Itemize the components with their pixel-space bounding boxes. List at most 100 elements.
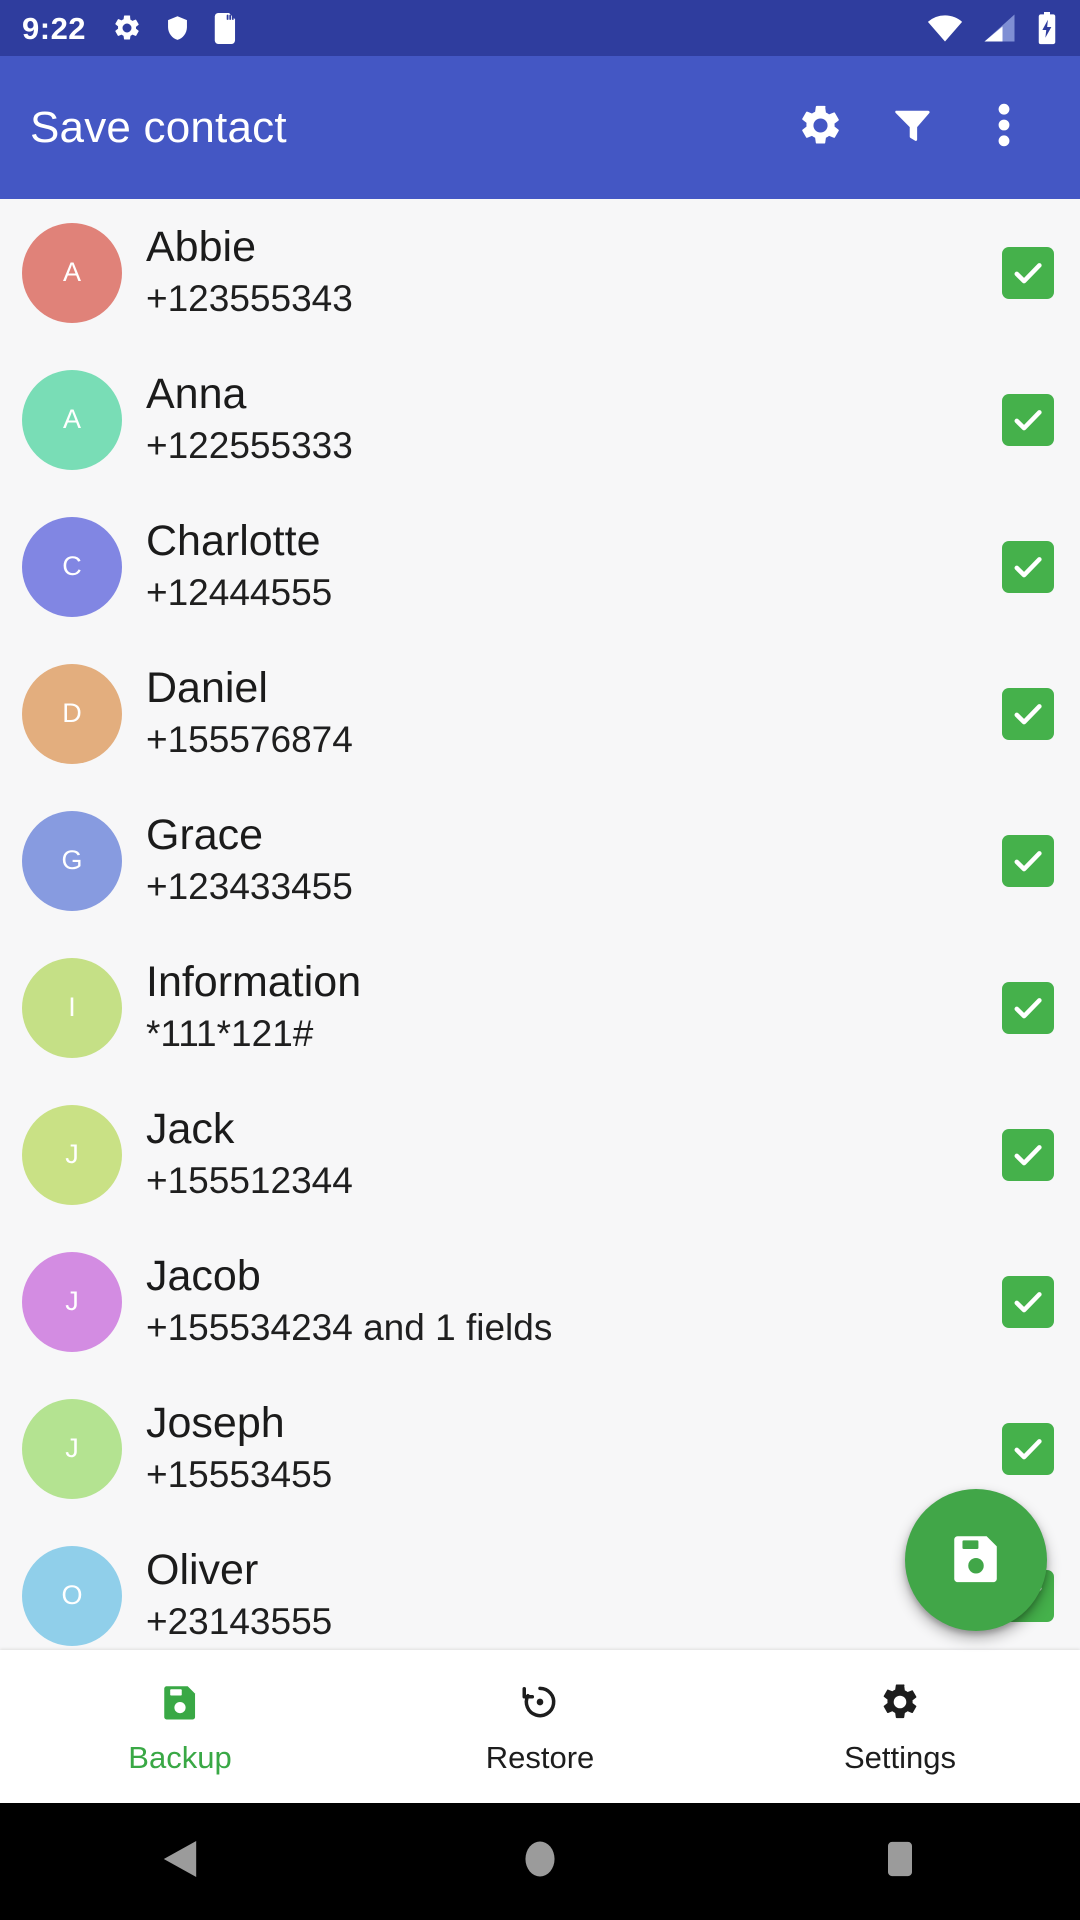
contact-phone: +23143555 [146, 1601, 333, 1643]
recents-button[interactable] [720, 1839, 1080, 1884]
contact-name: Daniel [146, 663, 268, 712]
check-icon [1014, 997, 1042, 1018]
overflow-menu-button[interactable] [958, 82, 1050, 174]
battery-charging-icon [1036, 11, 1058, 45]
contact-checkbox[interactable] [1002, 540, 1054, 593]
status-bar-system-icons [927, 11, 1058, 45]
contact-name: Information [146, 957, 362, 1006]
contact-row[interactable]: A Anna +122555333 [0, 346, 1080, 493]
gear-icon [797, 102, 844, 154]
contact-row[interactable]: J Jack +155512344 [0, 1081, 1080, 1228]
contact-name: Grace [146, 810, 264, 859]
contact-checkbox[interactable] [1002, 1275, 1054, 1328]
contact-row[interactable]: D Daniel +155576874 [0, 640, 1080, 787]
contact-name: Abbie [146, 222, 256, 271]
more-vert-icon [997, 100, 1011, 155]
contact-checkbox[interactable] [1002, 687, 1054, 740]
check-icon [1014, 1438, 1042, 1459]
contact-phone: +155534234 and 1 fields [146, 1307, 553, 1349]
home-button[interactable] [360, 1839, 720, 1884]
contact-text-block: Anna +122555333 [146, 370, 1002, 470]
contact-phone: +123433455 [146, 866, 353, 908]
avatar: J [22, 1251, 122, 1352]
sd-card-icon [213, 12, 238, 44]
check-icon [1014, 409, 1042, 430]
contact-text-block: Joseph +15553455 [146, 1399, 1002, 1499]
avatar: G [22, 810, 122, 911]
wifi-icon [927, 13, 963, 43]
contact-list[interactable]: A Abbie +123555343 A Anna +122555333 C Charlott… [0, 199, 1080, 1650]
contact-phone: *111*121# [146, 1013, 314, 1055]
shield-icon [164, 13, 191, 43]
settings-gear-button[interactable] [774, 82, 866, 174]
contact-phone: +155512344 [146, 1160, 353, 1202]
toolbar-actions [774, 82, 1050, 174]
contact-checkbox[interactable] [1002, 393, 1054, 446]
avatar: D [22, 663, 122, 764]
triangle-back-icon [162, 1839, 198, 1884]
circle-home-icon [523, 1839, 557, 1884]
contact-checkbox[interactable] [1002, 1128, 1054, 1181]
status-bar-clock: 9:22 [22, 10, 87, 46]
status-bar: 9:22 [0, 0, 1080, 56]
status-bar-notification-icons [112, 12, 238, 44]
check-icon [1014, 1144, 1042, 1165]
nav-item-settings[interactable]: Settings [720, 1650, 1080, 1803]
contact-checkbox[interactable] [1002, 246, 1054, 299]
check-icon [1014, 262, 1042, 283]
check-icon [1014, 850, 1042, 871]
avatar: J [22, 1398, 122, 1499]
contact-name: Oliver [146, 1545, 259, 1594]
back-button[interactable] [0, 1839, 360, 1884]
contact-phone: +12444555 [146, 572, 333, 614]
app-screen: 9:22 Save contact A Abbie +123555343 A A… [0, 0, 1080, 1920]
avatar: A [22, 369, 122, 470]
nav-label-settings: Settings [843, 1739, 956, 1775]
nav-label-restore: Restore [485, 1739, 595, 1775]
contact-phone: +15553455 [146, 1454, 333, 1496]
filter-button[interactable] [866, 82, 958, 174]
contact-checkbox[interactable] [1002, 834, 1054, 887]
filter-icon [890, 103, 934, 152]
nav-label-backup: Backup [128, 1739, 232, 1775]
app-toolbar: Save contact [0, 56, 1080, 199]
avatar: A [22, 222, 122, 323]
check-icon [1014, 703, 1042, 724]
contact-row[interactable]: C Charlotte +12444555 [0, 493, 1080, 640]
save-floppy-icon [159, 1681, 201, 1728]
check-icon [1014, 556, 1042, 577]
contact-text-block: Daniel +155576874 [146, 664, 1002, 764]
android-navigation-bar [0, 1803, 1080, 1920]
contact-text-block: Jacob +155534234 and 1 fields [146, 1252, 1002, 1352]
avatar: I [22, 957, 122, 1058]
contact-text-block: Charlotte +12444555 [146, 517, 1002, 617]
contact-row[interactable]: G Grace +123433455 [0, 787, 1080, 934]
contact-checkbox[interactable] [1002, 981, 1054, 1034]
contact-name: Charlotte [146, 516, 321, 565]
nav-item-restore[interactable]: Restore [360, 1650, 720, 1803]
nav-item-backup[interactable]: Backup [0, 1650, 360, 1803]
contact-name: Anna [146, 369, 247, 418]
contact-row[interactable]: A Abbie +123555343 [0, 199, 1080, 346]
bottom-navigation: Backup Restore Settings [0, 1650, 1080, 1803]
page-title: Save contact [30, 102, 287, 152]
contact-phone: +123555343 [146, 278, 353, 320]
signal-icon [983, 13, 1016, 43]
contact-text-block: Oliver +23143555 [146, 1546, 1002, 1646]
save-fab[interactable] [905, 1489, 1047, 1631]
contact-checkbox[interactable] [1002, 1422, 1054, 1475]
contact-name: Jack [146, 1104, 235, 1153]
contact-row[interactable]: J Joseph +15553455 [0, 1375, 1080, 1522]
avatar: C [22, 516, 122, 617]
contact-row[interactable]: I Information *111*121# [0, 934, 1080, 1081]
save-floppy-icon [947, 1529, 1005, 1592]
contact-text-block: Abbie +123555343 [146, 223, 1002, 323]
contact-row[interactable]: J Jacob +155534234 and 1 fields [0, 1228, 1080, 1375]
contact-text-block: Jack +155512344 [146, 1105, 1002, 1205]
contact-name: Joseph [146, 1398, 285, 1447]
avatar: O [22, 1545, 122, 1646]
contact-phone: +122555333 [146, 425, 353, 467]
avatar: J [22, 1104, 122, 1205]
square-recents-icon [885, 1839, 915, 1884]
contact-text-block: Information *111*121# [146, 958, 1002, 1058]
